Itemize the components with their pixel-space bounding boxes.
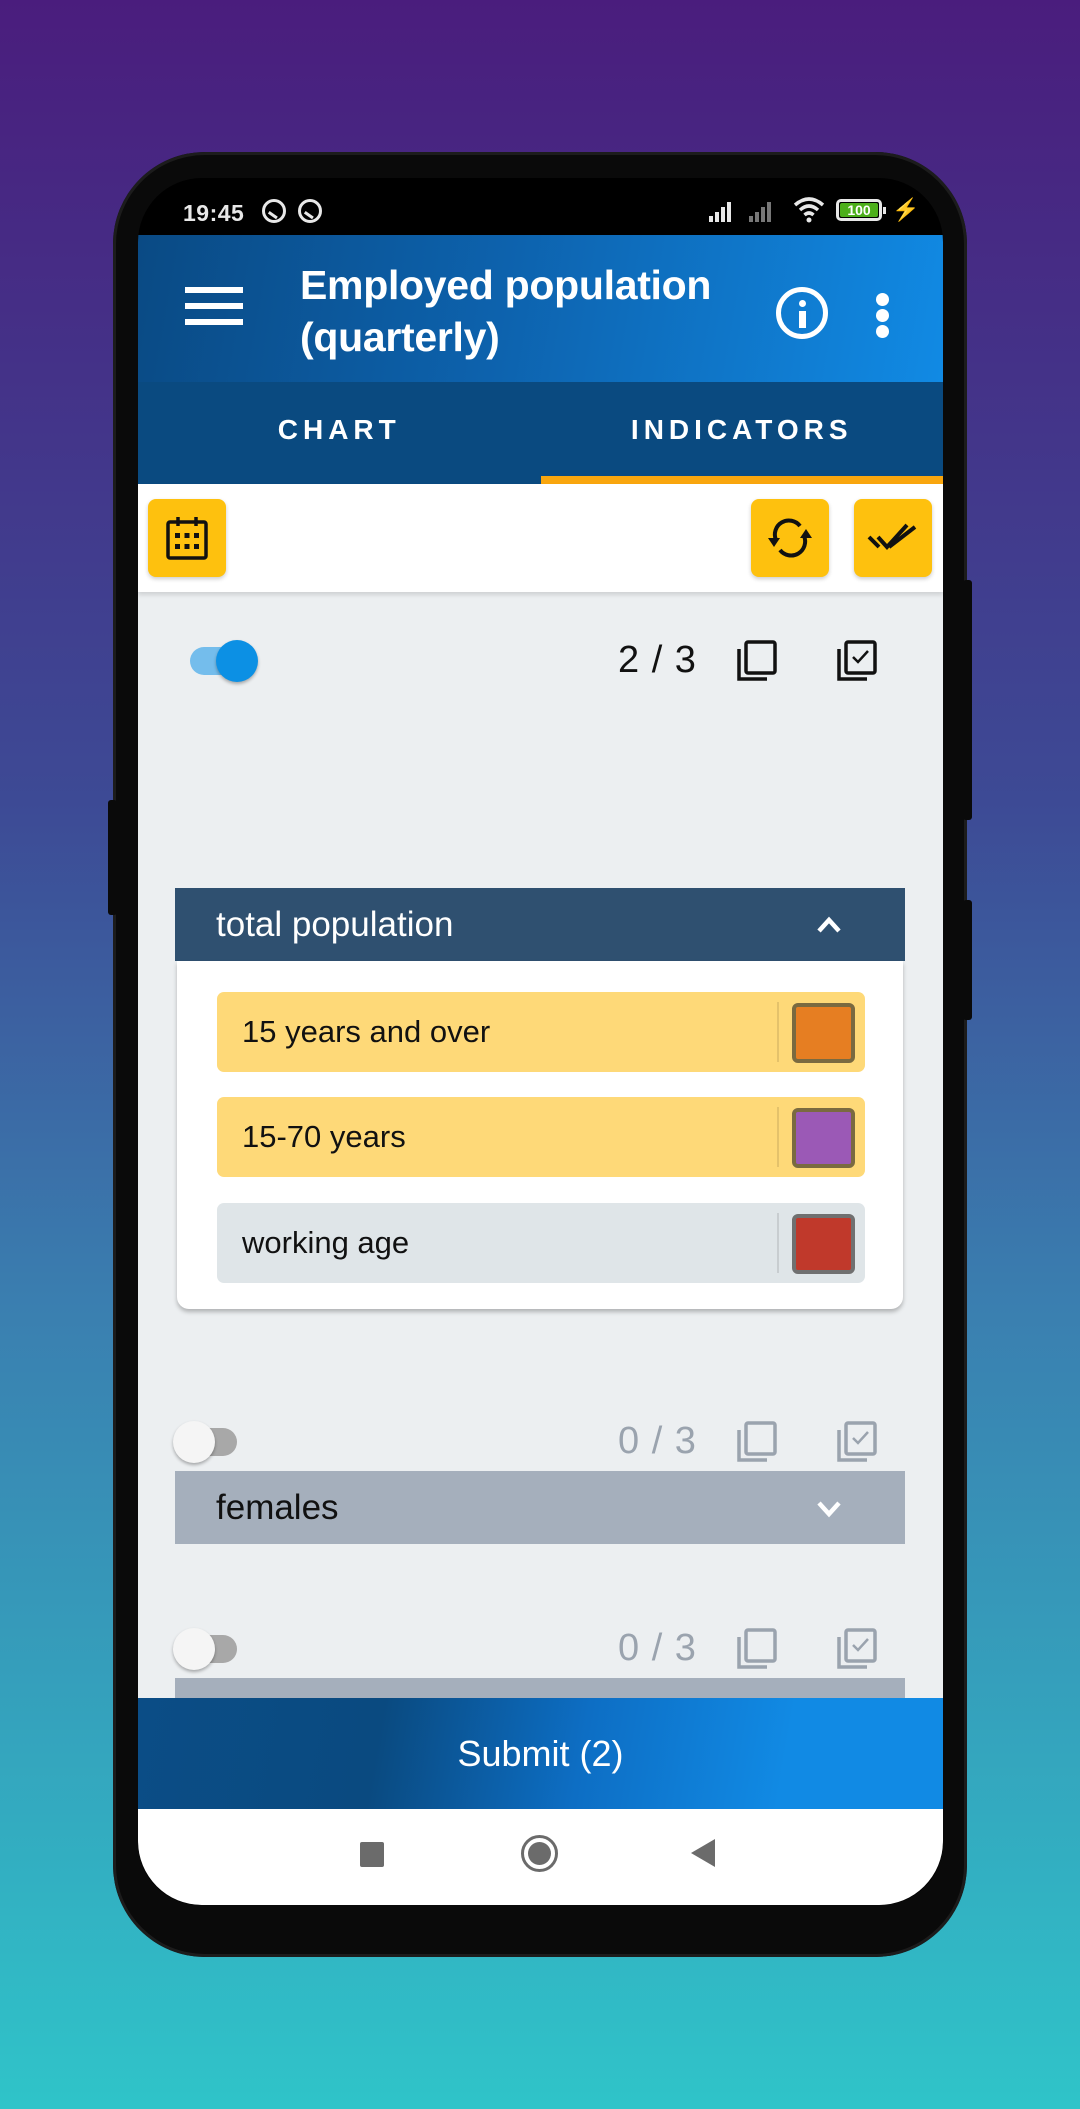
status-bar: 19:45 100 ⚡: [138, 178, 943, 235]
refresh-button[interactable]: [751, 499, 829, 577]
indicator-card: 15 years and over 15-70 years working ag…: [177, 961, 903, 1309]
home-icon[interactable]: [521, 1835, 558, 1872]
selected-count: 0 / 3: [618, 1627, 697, 1669]
system-nav-bar: [138, 1809, 943, 1905]
charging-icon: ⚡: [892, 197, 920, 222]
group-header-males[interactable]: males: [175, 1678, 905, 1698]
side-button: [108, 800, 117, 915]
submit-button[interactable]: Submit (2): [138, 1698, 943, 1809]
chevron-up-icon: [817, 916, 841, 933]
battery-level: 100: [840, 203, 878, 217]
tab-bar: CHART INDICATORS: [138, 382, 943, 484]
select-all-button[interactable]: [854, 499, 932, 577]
app-bar: Employed population (quarterly): [138, 235, 943, 382]
indicator-label: 15 years and over: [242, 1014, 491, 1049]
selected-count: 0 / 3: [618, 1420, 697, 1462]
info-icon[interactable]: [776, 287, 828, 339]
indicator-item[interactable]: working age: [217, 1203, 865, 1283]
indicator-item[interactable]: 15-70 years: [217, 1097, 865, 1177]
indicator-item[interactable]: 15 years and over: [217, 992, 865, 1072]
chevron-down-icon: [817, 1501, 841, 1518]
group-title: females: [216, 1487, 339, 1527]
group-controls: 2 / 3: [175, 627, 905, 697]
signal-icon: [709, 200, 731, 222]
more-vertical-icon[interactable]: [876, 293, 890, 338]
wifi-icon: [793, 197, 825, 223]
data-saver-icon: [298, 199, 322, 223]
tab-chart[interactable]: CHART: [138, 382, 541, 484]
select-all-group-icon[interactable]: [835, 639, 879, 683]
power-button: [963, 900, 972, 1020]
group-controls: 0 / 3: [173, 1615, 905, 1685]
group-header-females[interactable]: females: [175, 1471, 905, 1544]
group-controls: 0 / 3: [173, 1408, 905, 1478]
back-icon[interactable]: [691, 1839, 715, 1867]
color-swatch[interactable]: [792, 1108, 855, 1168]
signal-no-service-icon: [749, 200, 771, 222]
tab-indicators[interactable]: INDICATORS: [540, 382, 944, 484]
color-swatch[interactable]: [792, 1003, 855, 1063]
double-check-icon: [867, 523, 917, 550]
select-none-icon[interactable]: [735, 1420, 779, 1464]
color-swatch[interactable]: [792, 1214, 855, 1274]
select-all-group-icon[interactable]: [835, 1420, 879, 1464]
sync-icon: [768, 518, 812, 558]
group-toggle[interactable]: [173, 1628, 237, 1670]
hamburger-menu-icon[interactable]: [185, 287, 243, 327]
indicator-label: working age: [242, 1225, 410, 1260]
group-header-total-population[interactable]: total population: [175, 888, 905, 961]
group-title: total population: [216, 904, 454, 944]
toolbar: [138, 484, 943, 592]
volume-button: [963, 580, 972, 820]
calendar-button[interactable]: [148, 499, 226, 577]
data-saver-icon: [262, 199, 286, 223]
group-toggle[interactable]: [190, 640, 258, 682]
calendar-icon: [166, 517, 208, 560]
page-title: Employed population (quarterly): [300, 262, 712, 360]
group-toggle[interactable]: [173, 1421, 237, 1463]
selected-count: 2 / 3: [618, 639, 697, 681]
indicators-list: 2 / 3 total population 15 years and over: [138, 592, 943, 1698]
phone-screen: 19:45 100 ⚡ Employed population (quarter…: [138, 178, 943, 1905]
indicator-label: 15-70 years: [242, 1119, 406, 1154]
recents-icon[interactable]: [360, 1842, 384, 1867]
battery-icon: 100: [836, 199, 886, 221]
status-time: 19:45: [183, 200, 245, 226]
select-none-icon[interactable]: [735, 639, 779, 683]
select-none-icon[interactable]: [735, 1627, 779, 1671]
select-all-group-icon[interactable]: [835, 1627, 879, 1671]
